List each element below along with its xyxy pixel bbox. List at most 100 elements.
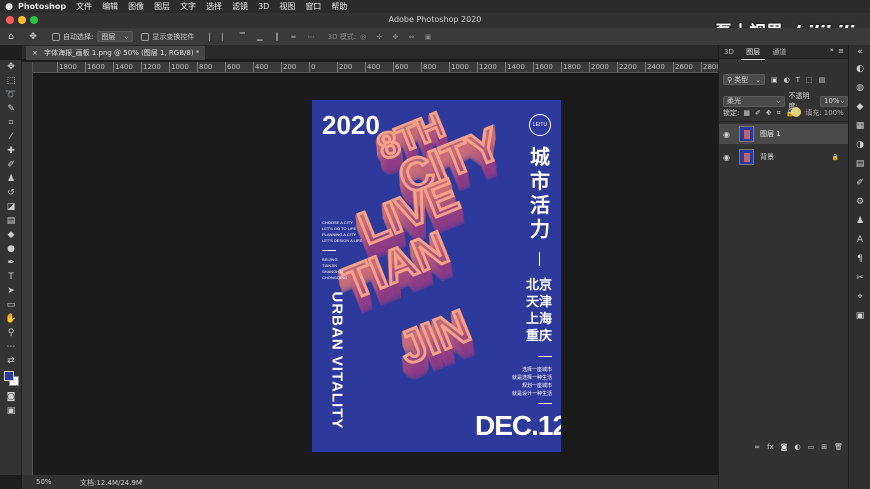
- menu-window[interactable]: 窗口: [305, 1, 321, 12]
- menu-filter[interactable]: 滤镜: [232, 1, 248, 12]
- move-tool-icon[interactable]: ✥: [22, 31, 44, 43]
- eye-icon[interactable]: ◉: [723, 153, 733, 162]
- rectangle-tool-icon[interactable]: ▭: [0, 298, 22, 312]
- city-name: 上海: [526, 311, 553, 326]
- menu-help[interactable]: 帮助: [331, 1, 347, 12]
- gradient-tool-icon[interactable]: ▤: [0, 214, 22, 228]
- libraries-panel-icon[interactable]: ▦: [849, 116, 870, 135]
- panel-menu-icon[interactable]: ≡: [838, 47, 844, 55]
- dodge-tool-icon[interactable]: ●: [0, 242, 22, 256]
- layer-name[interactable]: 背景: [760, 152, 774, 162]
- layer-thumbnail[interactable]: [739, 149, 754, 165]
- menu-select[interactable]: 选择: [206, 1, 222, 12]
- opacity-input[interactable]: 10% ⌄: [820, 95, 848, 107]
- quick-mask-icon[interactable]: ◙: [0, 390, 22, 404]
- tools-panel-icon[interactable]: ✂: [849, 268, 870, 287]
- adjustments-panel-icon[interactable]: ◑: [849, 135, 870, 154]
- group-icon[interactable]: ▭: [808, 443, 815, 451]
- paragraph-panel-icon[interactable]: ¶: [849, 249, 870, 268]
- link-icon[interactable]: ∞: [754, 443, 760, 451]
- info-panel-icon[interactable]: ▣: [849, 306, 870, 325]
- apple-icon[interactable]: ●: [0, 2, 18, 12]
- app-menu[interactable]: Photoshop: [18, 2, 66, 11]
- menu-image[interactable]: 图像: [128, 1, 144, 12]
- layer-thumbnail[interactable]: [739, 126, 754, 142]
- auto-select-checkbox[interactable]: [52, 31, 63, 43]
- hand-tool-icon[interactable]: ✋: [0, 312, 22, 326]
- type-tool-icon[interactable]: T: [0, 270, 22, 284]
- learn-panel-icon[interactable]: ◆: [849, 97, 870, 116]
- quick-select-tool-icon[interactable]: ✎: [0, 102, 22, 116]
- align-icons[interactable]: ▕ ▏ ▔ ▁ ║ ═ ⋯: [204, 33, 319, 41]
- menu-edit[interactable]: 编辑: [102, 1, 118, 12]
- fx-icon[interactable]: fx: [767, 443, 774, 451]
- stamp-tool-icon[interactable]: ♟: [0, 172, 22, 186]
- collapse-icon[interactable]: «: [849, 45, 870, 59]
- auto-select-dropdown[interactable]: 图层 ⌄: [97, 31, 134, 42]
- brush-panel-icon[interactable]: ✐: [849, 173, 870, 192]
- home-icon[interactable]: ⌂: [0, 31, 22, 43]
- move-tool-icon[interactable]: ✥: [0, 60, 22, 74]
- path-select-tool-icon[interactable]: ➤: [0, 284, 22, 298]
- blend-mode-dropdown[interactable]: 柔光 ⌄: [723, 95, 786, 107]
- screen-mode-icon[interactable]: ▣: [0, 404, 22, 418]
- more-tools-icon[interactable]: ⋯: [0, 340, 22, 354]
- menu-type[interactable]: 文字: [180, 1, 196, 12]
- clone-source-panel-icon[interactable]: ♟: [849, 211, 870, 230]
- crop-tool-icon[interactable]: ⌗: [0, 116, 22, 130]
- blur-tool-icon[interactable]: ◆: [0, 228, 22, 242]
- tab-layers[interactable]: 图层: [741, 45, 766, 60]
- eyedropper-tool-icon[interactable]: ⁄: [0, 130, 22, 144]
- healing-brush-tool-icon[interactable]: ✚: [0, 144, 22, 158]
- pen-tool-icon[interactable]: ✒: [0, 256, 22, 270]
- tab-3d[interactable]: 3D: [719, 45, 739, 59]
- layer-filter-row: ⚲ 类型 ⌄ ▣◐T⬚▤: [723, 74, 831, 85]
- show-transform-checkbox[interactable]: [141, 31, 152, 43]
- layer-row-background[interactable]: ◉ 背景 🔒: [719, 147, 849, 167]
- canvas-area[interactable]: 8TH 8TH 8TH 8TH 8TH 8TH 8TH 8TH CITY CITY CITY CITY…: [33, 73, 718, 475]
- menu-view[interactable]: 视图: [279, 1, 295, 12]
- color-panel-icon[interactable]: ◐: [849, 59, 870, 78]
- fill-value[interactable]: 100%: [824, 109, 844, 117]
- marquee-tool-icon[interactable]: ⬚: [0, 74, 22, 88]
- adjustment-icon[interactable]: ◐: [795, 443, 801, 451]
- brush-tool-icon[interactable]: ✐: [0, 158, 22, 172]
- swatches-panel-icon[interactable]: ◍: [849, 78, 870, 97]
- trash-icon[interactable]: 🗑: [834, 443, 843, 451]
- history-panel-icon[interactable]: ▤: [849, 154, 870, 173]
- poster-divider: [322, 250, 336, 251]
- mask-icon[interactable]: ◙: [781, 443, 788, 451]
- zoom-tool-icon[interactable]: ⚲: [0, 326, 22, 340]
- menu-3d[interactable]: 3D: [258, 2, 269, 11]
- tab-channels[interactable]: 通道: [767, 45, 791, 59]
- layer-filter-dropdown[interactable]: ⚲ 类型 ⌄: [723, 74, 765, 85]
- paths-panel-icon[interactable]: ⌖: [849, 287, 870, 306]
- collapse-icon[interactable]: »: [830, 46, 834, 54]
- lasso-tool-icon[interactable]: ➰: [0, 88, 22, 102]
- menu-file[interactable]: 文件: [76, 1, 92, 12]
- layer-row-layer1[interactable]: ◉ 图层 1: [719, 124, 849, 144]
- color-swatches[interactable]: [0, 368, 22, 390]
- cursor-highlight: [791, 107, 801, 117]
- document-info[interactable]: 文档:12.4M/24.9M: [80, 478, 142, 488]
- filter-kind-icons[interactable]: ▣◐T⬚▤: [771, 76, 831, 84]
- properties-panel-icon[interactable]: ⚙: [849, 192, 870, 211]
- character-panel-icon[interactable]: A: [849, 230, 870, 249]
- eye-icon[interactable]: ◉: [723, 130, 733, 139]
- title-char: 活: [530, 195, 550, 217]
- close-tab-icon[interactable]: ×: [32, 49, 38, 57]
- document-tab[interactable]: × 字体海报_画板 1.png @ 50% (图层 1, RGB/8) *: [26, 46, 206, 60]
- menu-layer[interactable]: 图层: [154, 1, 170, 12]
- ruler-tick: 1000: [169, 62, 189, 72]
- 3d-mode-icons[interactable]: ◎ ✢ ✥ ⇔ ▣: [360, 33, 435, 41]
- foreground-color-swatch[interactable]: [4, 371, 14, 381]
- eraser-tool-icon[interactable]: ◪: [0, 200, 22, 214]
- zoom-level[interactable]: 50%: [36, 478, 52, 486]
- swap-colors-icon[interactable]: ⇄: [0, 354, 22, 368]
- layer-name[interactable]: 图层 1: [760, 129, 781, 139]
- poster-artboard[interactable]: 8TH 8TH 8TH 8TH 8TH 8TH 8TH 8TH CITY CITY CITY CITY…: [312, 100, 561, 452]
- new-layer-icon[interactable]: ⊞: [821, 443, 827, 451]
- history-brush-tool-icon[interactable]: ↺: [0, 186, 22, 200]
- lock-icon: 🔒: [831, 153, 839, 161]
- chevron-right-icon[interactable]: ›: [140, 477, 143, 485]
